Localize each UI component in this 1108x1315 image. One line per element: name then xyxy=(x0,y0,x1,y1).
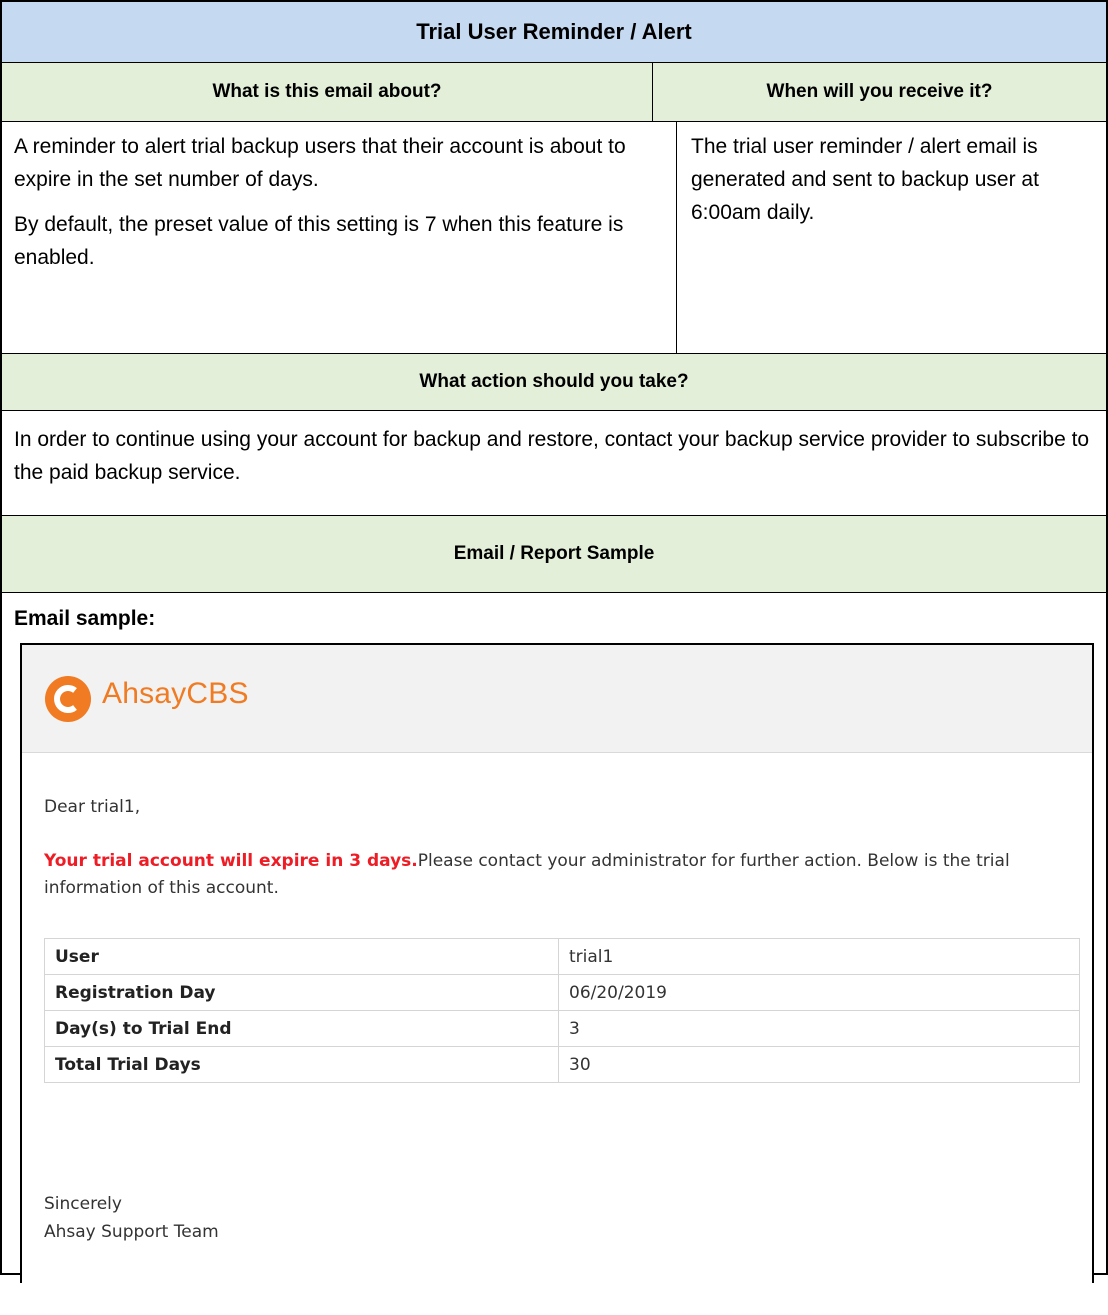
table-row: Total Trial Days 30 xyxy=(44,1046,1080,1083)
row-label: User xyxy=(44,938,559,975)
action-header: What action should you take? xyxy=(2,354,1106,411)
sample-section: Email sample: AhsayCBS Dear trial1, Your… xyxy=(2,593,1106,1283)
about-cell: A reminder to alert trial backup users t… xyxy=(2,122,677,353)
email-greeting: Dear trial1, xyxy=(44,797,141,817)
table-row: Registration Day 06/20/2019 xyxy=(44,974,1080,1011)
action-text: In order to continue using your account … xyxy=(2,411,1106,516)
sample-label: Email sample: xyxy=(14,607,156,630)
details-row: A reminder to alert trial backup users t… xyxy=(2,122,1106,354)
trial-info-table: User trial1 Registration Day 06/20/2019 … xyxy=(44,938,1080,1083)
expiry-alert: Your trial account will expire in 3 days… xyxy=(44,851,418,871)
email-sample: AhsayCBS Dear trial1, Your trial account… xyxy=(20,643,1094,1283)
page-title: Trial User Reminder / Alert xyxy=(2,2,1106,63)
email-message: Your trial account will expire in 3 days… xyxy=(44,848,1084,902)
email-header: AhsayCBS xyxy=(22,645,1092,753)
team-name: Ahsay Support Team xyxy=(44,1222,219,1242)
table-row: User trial1 xyxy=(44,938,1080,975)
when-header: When will you receive it? xyxy=(766,81,993,102)
ahsay-logo-icon xyxy=(45,676,91,722)
email-signature: Sincerely Ahsay Support Team xyxy=(44,1190,219,1246)
when-paragraph: The trial user reminder / alert email is… xyxy=(691,135,1039,224)
about-paragraph-2: By default, the preset value of this set… xyxy=(14,213,624,269)
row-label: Day(s) to Trial End xyxy=(44,1010,559,1047)
row-value: trial1 xyxy=(558,938,1080,975)
signoff-text: Sincerely xyxy=(44,1194,122,1214)
table-row: Day(s) to Trial End 3 xyxy=(44,1010,1080,1047)
about-paragraph-1: A reminder to alert trial backup users t… xyxy=(14,135,626,191)
row-value: 30 xyxy=(558,1046,1080,1083)
row-value: 3 xyxy=(558,1010,1080,1047)
header-row: What is this email about? When will you … xyxy=(2,63,1106,122)
sample-header: Email / Report Sample xyxy=(2,516,1106,593)
about-header: What is this email about? xyxy=(2,63,653,121)
brand-name: AhsayCBS xyxy=(102,677,249,710)
row-value: 06/20/2019 xyxy=(558,974,1080,1011)
row-label: Registration Day xyxy=(44,974,559,1011)
doc-table: Trial User Reminder / Alert What is this… xyxy=(0,0,1108,1283)
row-label: Total Trial Days xyxy=(44,1046,559,1083)
when-cell: The trial user reminder / alert email is… xyxy=(677,122,1106,353)
